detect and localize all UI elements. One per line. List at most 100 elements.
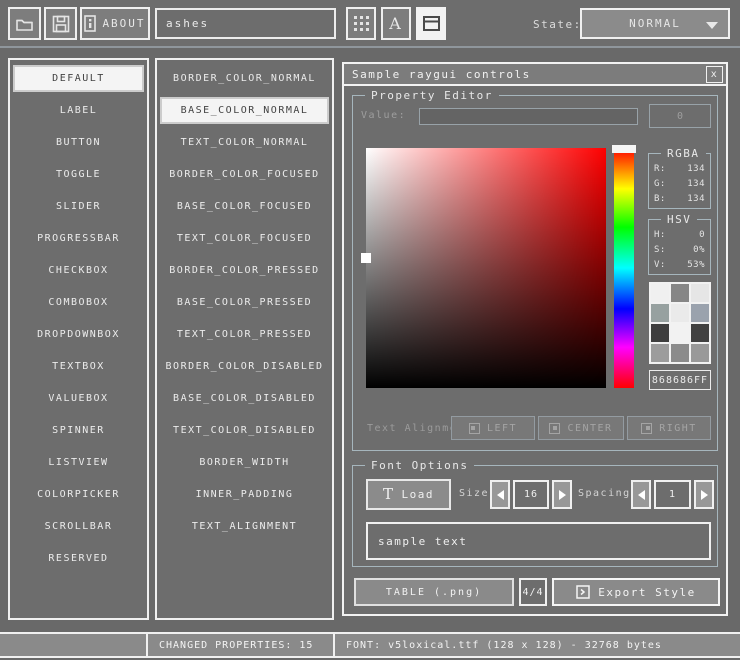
style-name-value: ashes xyxy=(166,17,209,30)
control-item-default[interactable]: DEFAULT xyxy=(13,65,144,92)
sample-text-input[interactable]: sample text xyxy=(366,522,711,560)
hue-bar[interactable] xyxy=(614,148,634,388)
font-load-button[interactable]: T Load xyxy=(366,479,451,510)
control-item-listview[interactable]: LISTVIEW xyxy=(13,449,144,476)
sample-text-value: sample text xyxy=(378,535,467,548)
b-label: B: xyxy=(654,192,666,207)
property-item-selected[interactable]: BASE_COLOR_NORMAL xyxy=(160,97,329,124)
property-item[interactable]: BORDER_COLOR_NORMAL xyxy=(160,65,329,92)
state-dropdown[interactable]: NORMAL xyxy=(580,8,730,39)
value-box[interactable]: 0 xyxy=(649,104,711,128)
property-item[interactable]: BASE_COLOR_PRESSED xyxy=(160,289,329,316)
spacing-decrement-button[interactable] xyxy=(631,480,651,509)
color-swatch[interactable] xyxy=(691,344,709,362)
align-right-button[interactable]: RIGHT xyxy=(627,416,711,440)
arrow-left-icon xyxy=(497,490,504,500)
window-titlebar[interactable]: Sample raygui controls x xyxy=(344,64,726,86)
spacing-increment-button[interactable] xyxy=(694,480,714,509)
control-item-valuebox[interactable]: VALUEBOX xyxy=(13,385,144,412)
property-item[interactable]: BORDER_WIDTH xyxy=(160,449,329,476)
control-item-button[interactable]: BUTTON xyxy=(13,129,144,156)
hue-handle[interactable] xyxy=(612,145,636,153)
color-swatch[interactable] xyxy=(651,284,669,302)
value-label: Value: xyxy=(361,110,406,121)
control-item-slider[interactable]: SLIDER xyxy=(13,193,144,220)
property-item[interactable]: BORDER_COLOR_DISABLED xyxy=(160,353,329,380)
export-format-button[interactable]: TABLE (.png) xyxy=(354,578,514,606)
size-value-box[interactable]: 16 xyxy=(513,480,549,509)
hsv-row-h: H: 0 xyxy=(654,228,705,243)
align-left-button[interactable]: LEFT xyxy=(451,416,535,440)
value-slider[interactable] xyxy=(419,108,638,125)
color-swatch[interactable] xyxy=(671,284,689,302)
color-swatch[interactable] xyxy=(671,344,689,362)
control-item-scrollbar[interactable]: SCROLLBAR xyxy=(13,513,144,540)
hsv-group: HSV H: 0 S: 0% V: 53% xyxy=(648,219,711,275)
about-button-label: ABOUT xyxy=(102,17,145,30)
color-swatch[interactable] xyxy=(691,324,709,342)
color-swatch[interactable] xyxy=(671,304,689,322)
control-item-combobox[interactable]: COMBOBOX xyxy=(13,289,144,316)
property-item[interactable]: BORDER_COLOR_PRESSED xyxy=(160,257,329,284)
export-icon xyxy=(576,585,590,599)
spacing-value-box[interactable]: 1 xyxy=(654,480,691,509)
grid-icon xyxy=(354,16,369,31)
status-segment-blank xyxy=(0,634,148,656)
size-increment-button[interactable] xyxy=(552,480,572,509)
about-button[interactable]: ABOUT xyxy=(80,7,150,40)
size-decrement-button[interactable] xyxy=(490,480,510,509)
control-item-label[interactable]: LABEL xyxy=(13,97,144,124)
color-swatch[interactable] xyxy=(651,304,669,322)
controls-view-button[interactable] xyxy=(416,7,446,40)
control-item-dropdownbox[interactable]: DROPDOWNBOX xyxy=(13,321,144,348)
color-swatch[interactable] xyxy=(671,324,689,342)
property-item[interactable]: TEXT_COLOR_DISABLED xyxy=(160,417,329,444)
r-value: 134 xyxy=(687,162,705,177)
control-item-progressbar[interactable]: PROGRESSBAR xyxy=(13,225,144,252)
control-item-reserved[interactable]: RESERVED xyxy=(13,545,144,572)
property-item[interactable]: INNER_PADDING xyxy=(160,481,329,508)
color-swatch[interactable] xyxy=(691,284,709,302)
font-atlas-view-button[interactable]: A xyxy=(381,7,411,40)
rgba-row-g: G: 134 xyxy=(654,177,705,192)
color-picker-panel[interactable] xyxy=(366,148,606,388)
close-button[interactable]: x xyxy=(706,66,723,83)
property-item[interactable]: TEXT_ALIGNMENT xyxy=(160,513,329,540)
property-editor-group-label: Property Editor xyxy=(365,88,499,103)
style-color-grid xyxy=(649,282,711,364)
property-item[interactable]: BASE_COLOR_FOCUSED xyxy=(160,193,329,220)
g-label: G: xyxy=(654,177,666,192)
property-item[interactable]: BASE_COLOR_DISABLED xyxy=(160,385,329,412)
align-center-button[interactable]: CENTER xyxy=(538,416,624,440)
color-swatch[interactable] xyxy=(651,344,669,362)
align-right-label: RIGHT xyxy=(659,423,697,434)
align-center-icon xyxy=(549,423,560,434)
align-right-icon xyxy=(641,423,652,434)
control-item-textbox[interactable]: TEXTBOX xyxy=(13,353,144,380)
color-swatch[interactable] xyxy=(691,304,709,322)
property-item[interactable]: TEXT_COLOR_FOCUSED xyxy=(160,225,329,252)
property-item[interactable]: TEXT_COLOR_PRESSED xyxy=(160,321,329,348)
export-format-pager[interactable]: 4/4 xyxy=(519,578,547,606)
rgba-row-b: B: 134 xyxy=(654,192,705,207)
control-item-toggle[interactable]: TOGGLE xyxy=(13,161,144,188)
control-item-checkbox[interactable]: CHECKBOX xyxy=(13,257,144,284)
controls-list-panel: DEFAULT LABEL BUTTON TOGGLE SLIDER PROGR… xyxy=(8,58,149,620)
hsv-row-s: S: 0% xyxy=(654,243,705,258)
h-label: H: xyxy=(654,228,666,243)
style-table-view-button[interactable] xyxy=(346,7,376,40)
property-item[interactable]: TEXT_COLOR_NORMAL xyxy=(160,129,329,156)
size-value: 16 xyxy=(524,489,538,500)
color-picker-marker[interactable] xyxy=(361,253,371,263)
font-load-label: Load xyxy=(402,488,435,501)
color-swatch[interactable] xyxy=(651,324,669,342)
value-box-text: 0 xyxy=(677,111,683,122)
hex-color-input[interactable]: 868686FF xyxy=(649,370,711,390)
export-style-button[interactable]: Export Style xyxy=(552,578,720,606)
style-name-input[interactable]: ashes xyxy=(155,8,336,39)
control-item-colorpicker[interactable]: COLORPICKER xyxy=(13,481,144,508)
open-style-button[interactable] xyxy=(8,7,41,40)
save-style-button[interactable] xyxy=(44,7,77,40)
control-item-spinner[interactable]: SPINNER xyxy=(13,417,144,444)
property-item[interactable]: BORDER_COLOR_FOCUSED xyxy=(160,161,329,188)
